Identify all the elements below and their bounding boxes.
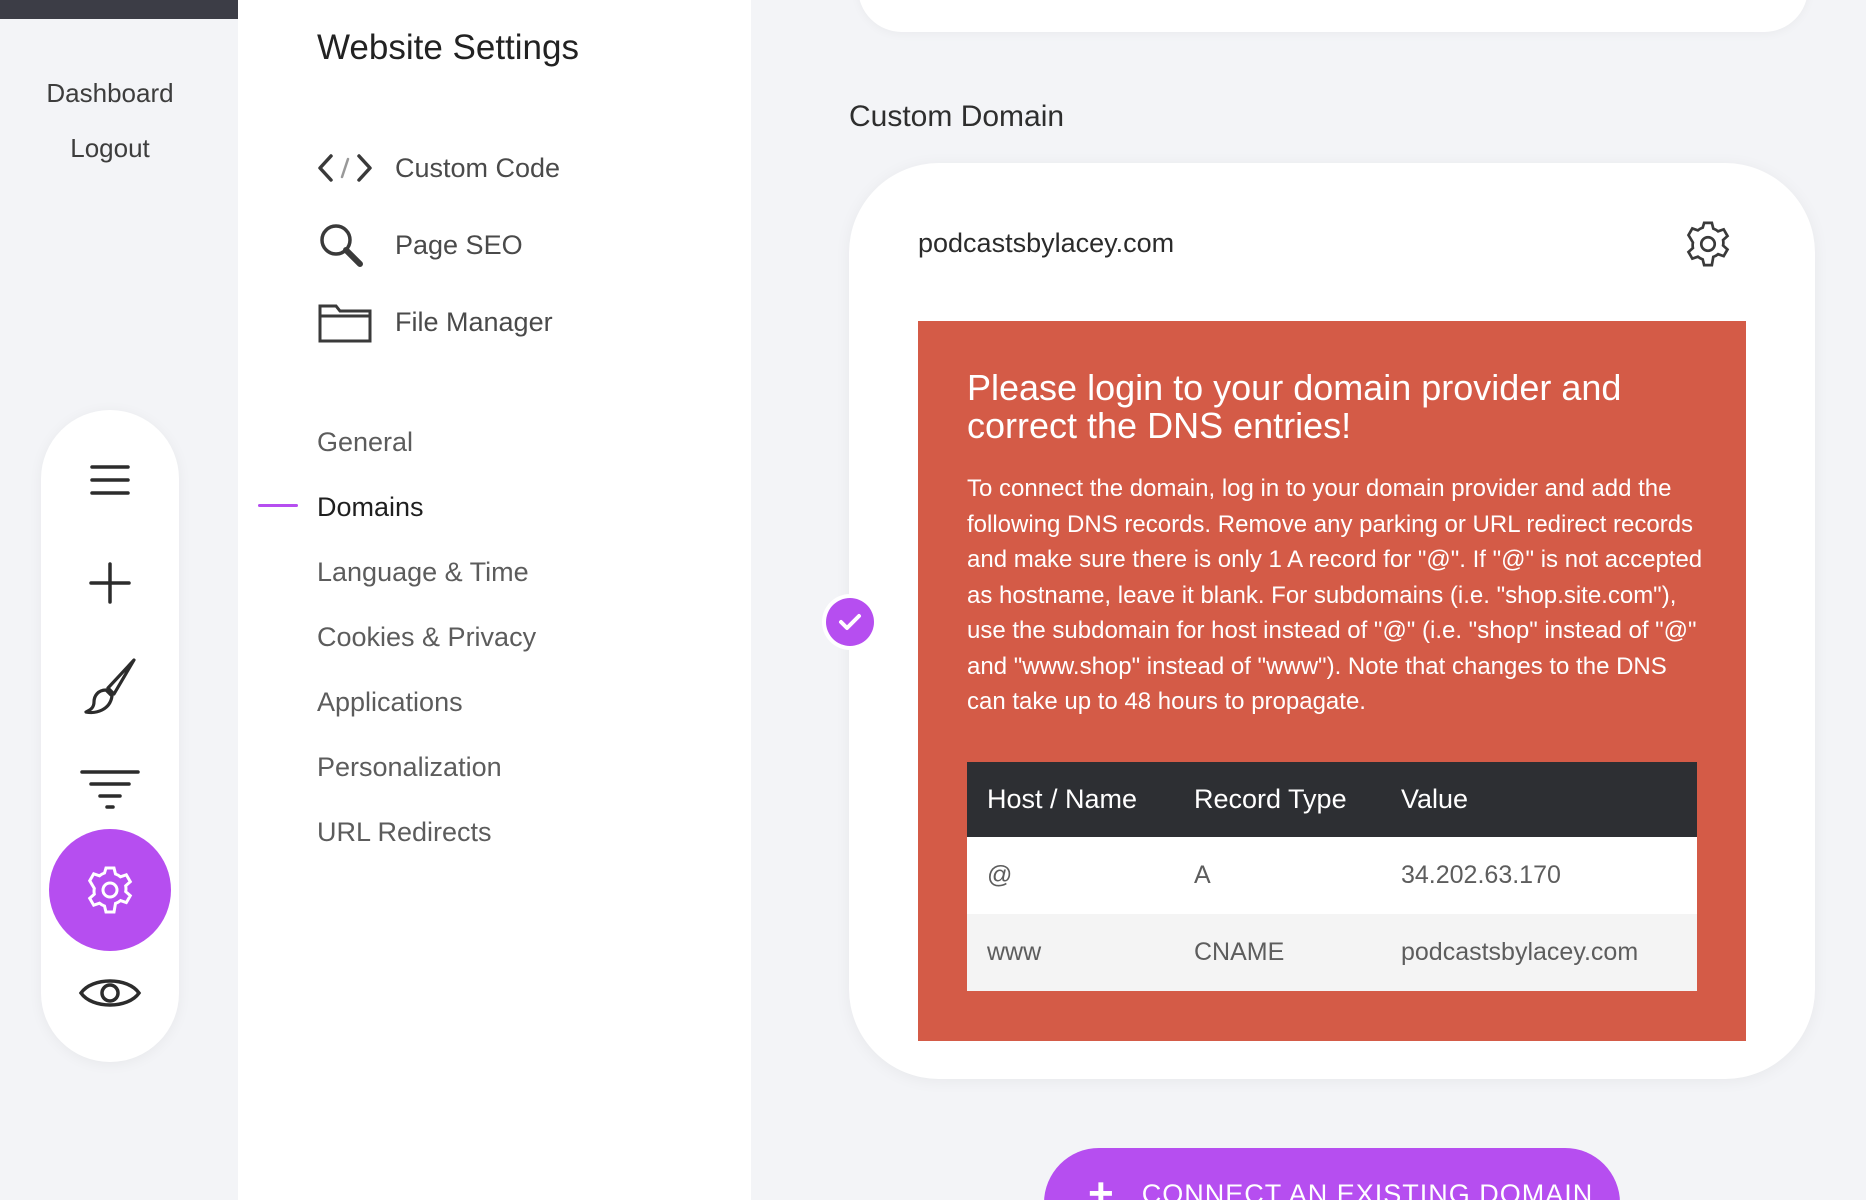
alert-title: Please login to your domain provider and… bbox=[967, 367, 1622, 446]
gear-icon[interactable] bbox=[1683, 219, 1733, 269]
domain-card: podcastsbylacey.com Please login to your… bbox=[849, 163, 1815, 1079]
nav-general[interactable]: General bbox=[317, 427, 413, 458]
plus-icon[interactable] bbox=[41, 543, 179, 623]
alert-body: To connect the domain, log in to your do… bbox=[967, 475, 1703, 715]
cell-host: www bbox=[967, 914, 1174, 991]
nav-personalization[interactable]: Personalization bbox=[317, 752, 502, 783]
file-manager-label: File Manager bbox=[395, 306, 553, 337]
nav-url-redirects[interactable]: URL Redirects bbox=[317, 817, 492, 848]
active-nav-indicator bbox=[258, 504, 298, 507]
custom-code-label: Custom Code bbox=[395, 152, 561, 183]
connect-existing-domain-button[interactable]: + CONNECT AN EXISTING DOMAIN bbox=[1044, 1148, 1620, 1200]
code-icon bbox=[317, 140, 375, 196]
check-icon[interactable] bbox=[826, 598, 874, 646]
left-rail: Dashboard Logout bbox=[0, 0, 238, 1200]
page-seo-label: Page SEO bbox=[395, 229, 523, 260]
rail-top-bar bbox=[0, 0, 238, 19]
cell-value: podcastsbylacey.com bbox=[1381, 914, 1697, 991]
eye-icon[interactable] bbox=[41, 953, 179, 1033]
nav-language-time[interactable]: Language & Time bbox=[317, 557, 529, 588]
nav-applications[interactable]: Applications bbox=[317, 687, 463, 718]
file-manager-link[interactable]: File Manager bbox=[317, 294, 677, 350]
settings-title: Website Settings bbox=[317, 28, 579, 67]
column-header-value: Value bbox=[1381, 762, 1697, 837]
domain-name: podcastsbylacey.com bbox=[918, 228, 1175, 258]
dns-error-alert: Please login to your domain provider and… bbox=[918, 321, 1746, 1041]
cell-host: @ bbox=[967, 837, 1174, 914]
plus-icon: + bbox=[1088, 1169, 1114, 1200]
search-icon bbox=[317, 217, 375, 273]
table-row: @ A 34.202.63.170 bbox=[967, 837, 1697, 914]
section-heading: Custom Domain bbox=[849, 100, 1065, 133]
dns-records-table: Host / Name Record Type Value @ A 34.202… bbox=[967, 762, 1697, 991]
dashboard-link[interactable]: Dashboard bbox=[0, 78, 220, 109]
logout-link[interactable]: Logout bbox=[0, 133, 220, 164]
nav-cookies-privacy[interactable]: Cookies & Privacy bbox=[317, 622, 536, 653]
gear-icon[interactable] bbox=[49, 829, 171, 951]
connect-button-label: CONNECT AN EXISTING DOMAIN bbox=[1141, 1179, 1594, 1200]
previous-section-card bbox=[858, 0, 1808, 32]
cell-record-type: CNAME bbox=[1174, 914, 1381, 991]
page-seo-link[interactable]: Page SEO bbox=[317, 217, 677, 273]
column-header-record-type: Record Type bbox=[1174, 762, 1381, 837]
editor-toolbar bbox=[41, 410, 179, 1062]
nav-domains[interactable]: Domains bbox=[317, 492, 424, 523]
custom-code-link[interactable]: Custom Code bbox=[317, 140, 677, 196]
menu-icon[interactable] bbox=[41, 440, 179, 520]
brush-icon[interactable] bbox=[41, 646, 179, 726]
table-row: www CNAME podcastsbylacey.com bbox=[967, 914, 1697, 991]
filter-icon[interactable] bbox=[41, 749, 179, 829]
table-header-row: Host / Name Record Type Value bbox=[967, 762, 1697, 837]
cell-value: 34.202.63.170 bbox=[1381, 837, 1697, 914]
cell-record-type: A bbox=[1174, 837, 1381, 914]
settings-panel: Website Settings Custom Code Page SEO Fi… bbox=[238, 0, 751, 1200]
column-header-host: Host / Name bbox=[967, 762, 1174, 837]
folder-icon bbox=[317, 294, 375, 350]
